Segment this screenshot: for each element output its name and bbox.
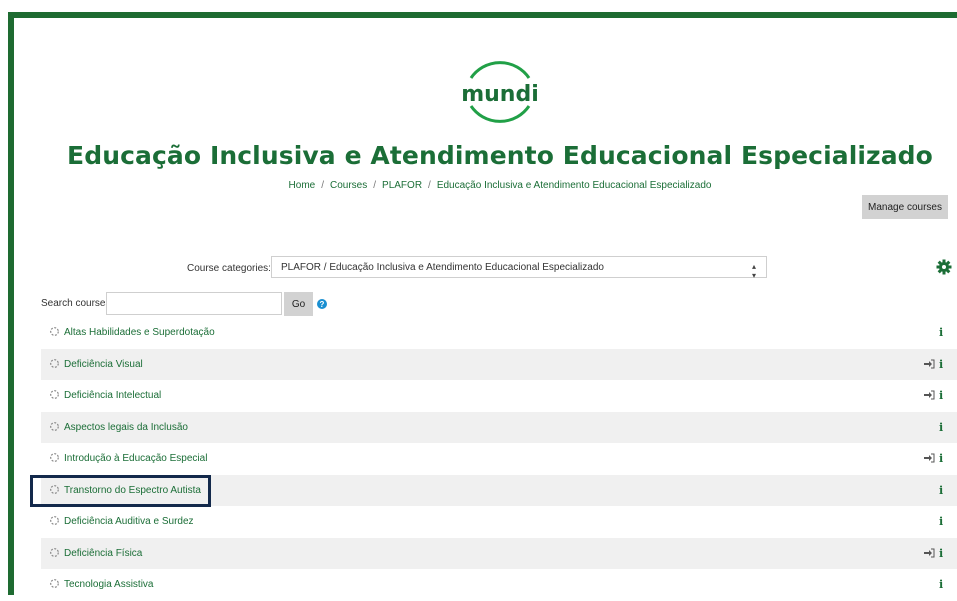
page-title: Educação Inclusiva e Atendimento Educaci…	[67, 141, 933, 170]
manage-courses-button[interactable]: Manage courses	[862, 195, 948, 219]
info-icon[interactable]: i	[939, 452, 943, 465]
course-row[interactable]: Deficiência Intelectual i	[41, 380, 957, 412]
enrol-icon[interactable]	[923, 453, 935, 463]
course-icon	[50, 327, 59, 336]
course-row[interactable]: Altas Habilidades e Superdotação i	[41, 317, 957, 349]
course-icon	[50, 453, 59, 462]
course-row[interactable]: Aspectos legais da Inclusão i	[41, 411, 957, 443]
course-link[interactable]: Deficiência Auditiva e Surdez	[64, 516, 194, 527]
course-icon	[50, 358, 59, 368]
info-icon[interactable]: i	[939, 326, 943, 339]
course-row[interactable]: Introdução à Educação Especial i	[41, 443, 957, 475]
enrol-icon[interactable]	[923, 390, 935, 400]
course-link[interactable]: Deficiência Intelectual	[64, 390, 161, 401]
course-list: Altas Habilidades e Superdotação i Defic…	[41, 317, 957, 601]
course-icon	[50, 390, 59, 399]
frame-top-border	[8, 12, 957, 18]
course-link[interactable]: Aspectos legais da Inclusão	[64, 422, 188, 433]
course-row[interactable]: Deficiência Física i	[41, 537, 957, 569]
mundi-logo[interactable]: mundi	[457, 49, 543, 135]
highlight-box	[30, 475, 211, 507]
info-icon[interactable]: i	[939, 358, 943, 371]
select-arrows-icon: ▴ ▾	[751, 262, 756, 280]
course-link[interactable]: Tecnologia Assistiva	[64, 579, 154, 590]
course-link[interactable]: Introdução à Educação Especial	[64, 453, 207, 464]
course-icon	[50, 547, 59, 557]
course-row[interactable]: Deficiência Auditiva e Surdez i	[41, 506, 957, 538]
breadcrumb-courses[interactable]: Courses	[330, 180, 367, 191]
help-icon[interactable]: ?	[317, 299, 327, 309]
breadcrumb-separator: /	[373, 180, 377, 191]
frame-left-border	[8, 12, 14, 595]
breadcrumb-home[interactable]: Home	[289, 180, 316, 191]
course-link[interactable]: Deficiência Física	[64, 548, 142, 559]
info-icon[interactable]: i	[939, 421, 943, 434]
info-icon[interactable]: i	[939, 389, 943, 402]
course-icon	[50, 579, 59, 588]
course-categories-label: Course categories:	[187, 263, 271, 274]
course-categories-value: PLAFOR / Educação Inclusiva e Atendiment…	[281, 261, 604, 273]
breadcrumb-plafor[interactable]: PLAFOR	[382, 180, 422, 191]
course-icon	[50, 516, 59, 525]
breadcrumb-separator: /	[321, 180, 324, 191]
breadcrumb-separator: /	[428, 180, 431, 191]
course-row[interactable]: Tecnologia Assistiva i	[41, 569, 957, 601]
search-courses-label: Search courses	[41, 298, 111, 309]
logo-text: mundi	[461, 82, 539, 107]
info-icon[interactable]: i	[939, 515, 943, 528]
course-link[interactable]: Deficiência Visual	[64, 359, 143, 370]
info-icon[interactable]: i	[939, 547, 943, 560]
search-courses-input[interactable]	[106, 292, 282, 315]
info-icon[interactable]: i	[939, 578, 943, 591]
go-button[interactable]: Go	[284, 292, 313, 316]
breadcrumb-category[interactable]: Educação Inclusiva e Atendimento Educaci…	[437, 180, 712, 191]
course-categories-select[interactable]: PLAFOR / Educação Inclusiva e Atendiment…	[271, 256, 767, 280]
course-row[interactable]: Deficiência Visual i	[41, 348, 957, 380]
info-icon[interactable]: i	[939, 484, 943, 497]
course-icon	[50, 421, 59, 431]
course-link[interactable]: Altas Habilidades e Superdotação	[64, 327, 215, 338]
breadcrumb: Home / Courses / PLAFOR / Educação Inclusiva e…	[0, 180, 957, 191]
enrol-icon[interactable]	[923, 548, 935, 558]
gear-icon[interactable]	[936, 259, 952, 275]
enrol-icon[interactable]	[923, 359, 935, 369]
